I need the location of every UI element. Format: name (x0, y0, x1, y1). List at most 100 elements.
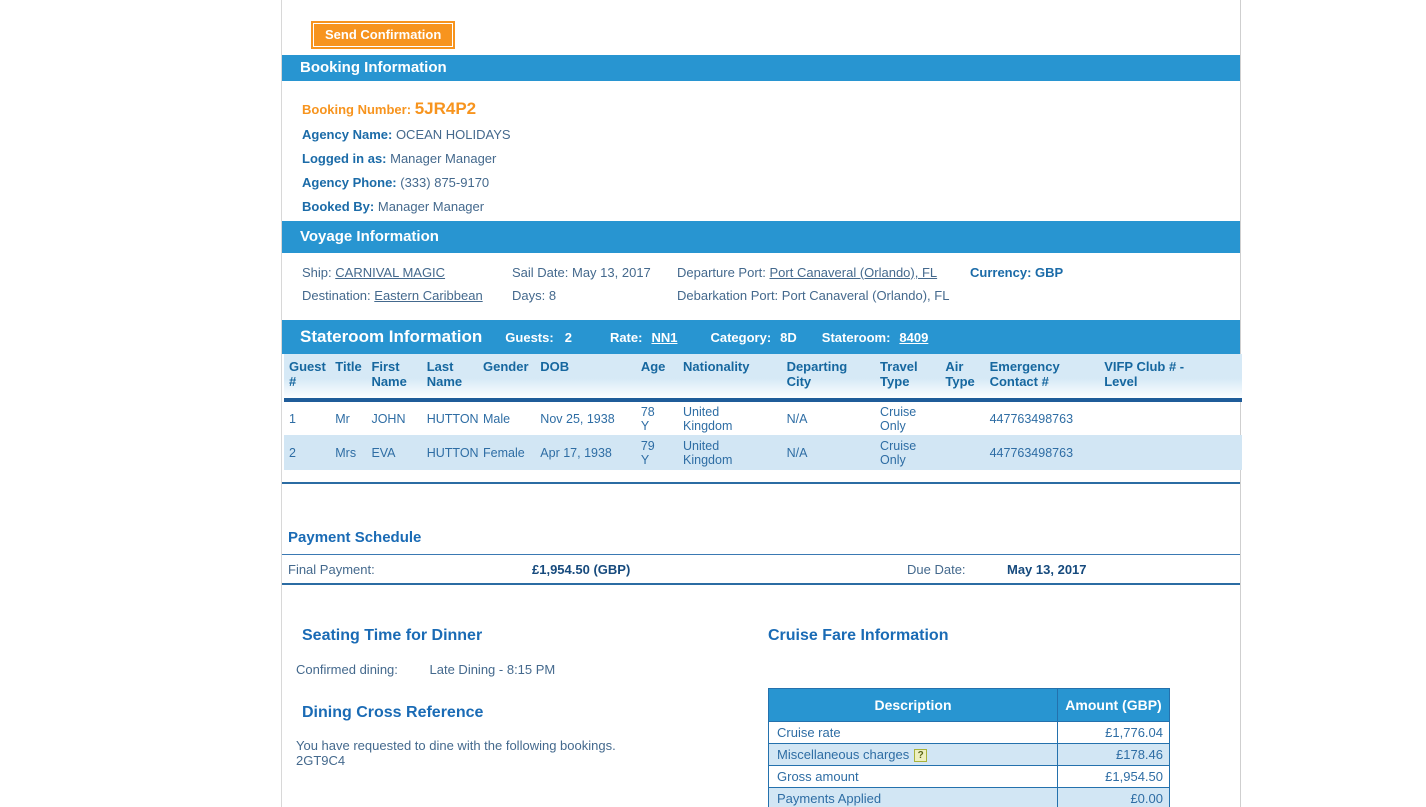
stateroom-section-divider (282, 482, 1240, 484)
cruise-fare-title: Cruise Fare Information (768, 627, 949, 644)
booking-number-line: Booking Number: 5JR4P2 (302, 99, 1240, 118)
guests-label: Guests: (505, 329, 554, 345)
guest-table: Guest # Title First Name Last Name Gende… (284, 354, 1242, 470)
fare-row-gross-amount: Gross amount £1,954.50 (768, 765, 1170, 788)
confirmed-dining-line: Confirmed dining: Late Dining - 8:15 PM (296, 662, 768, 677)
misc-charges-label: Miscellaneous charges (777, 746, 910, 762)
stateroom-information-title: Stateroom Information (300, 327, 483, 346)
col-header-last-name: Last Name (424, 354, 481, 402)
cross-reference-sentence: You have requested to dine with the foll… (296, 738, 616, 753)
agency-name-label: Agency Name: (302, 127, 393, 142)
booking-information-section: Booking Number: 5JR4P2 Agency Name: OCEA… (282, 81, 1240, 221)
ship-link[interactable]: CARNIVAL MAGIC (335, 265, 445, 280)
days-cell: Days: 8 (512, 287, 677, 304)
col-header-nationality: Nationality (681, 354, 785, 402)
send-confirmation-button[interactable]: Send Confirmation (311, 21, 456, 49)
col-header-vifp-club: VIFP Club # - Level (1102, 354, 1242, 402)
guest-first-name: EVA (369, 435, 425, 470)
fare-col-amount: Amount (GBP) (1057, 688, 1170, 722)
rate-link[interactable]: NN1 (651, 330, 677, 345)
agency-phone-label: Agency Phone: (302, 175, 397, 190)
agency-name-value: OCEAN HOLIDAYS (395, 127, 511, 142)
guest-age: 78 Y (640, 404, 655, 433)
category-value: 8D (780, 329, 797, 345)
due-date-value: May 13, 2017 (1007, 561, 1087, 577)
help-icon[interactable]: ? (914, 749, 928, 763)
guest-travel-type: Cruise Only (880, 404, 917, 433)
col-header-first-name: First Name (369, 354, 425, 402)
fare-col-description: Description (768, 688, 1058, 722)
payment-schedule-title: Payment Schedule (288, 529, 422, 546)
voyage-row-1: Ship: CARNIVAL MAGIC Sail Date: May 13, … (302, 264, 1240, 281)
content-container: Send Confirmation Booking Information Bo… (281, 0, 1242, 807)
guest-row-2: 2 Mrs EVA HUTTON Female Apr 17, 1938 79 … (284, 435, 1242, 470)
voyage-empty-cell (970, 287, 1240, 304)
fare-amount: £178.46 (1057, 743, 1170, 766)
confirmed-dining-label: Confirmed dining: (296, 662, 398, 677)
toolbar: Send Confirmation (282, 0, 1240, 55)
destination-link[interactable]: Eastern Caribbean (374, 288, 482, 303)
payment-schedule-row: Final Payment: £1,954.50 (GBP) Due Date:… (282, 554, 1240, 585)
guest-dob: Nov 25, 1938 (540, 411, 615, 426)
cross-reference-booking-number: 2GT9C4 (296, 753, 346, 768)
days-value: 8 (548, 288, 557, 303)
guest-last-name: HUTTON (424, 435, 481, 470)
guests-value: 2 (564, 329, 572, 345)
category-label: Category: (710, 329, 772, 345)
ship-cell: Ship: CARNIVAL MAGIC (302, 264, 512, 281)
guest-air-type (943, 400, 987, 435)
destination-cell: Destination: Eastern Caribbean (302, 287, 512, 304)
guest-title: Mrs (333, 435, 370, 470)
stateroom-link[interactable]: 8409 (899, 330, 928, 345)
guest-age: 79 Y (638, 435, 682, 470)
fare-header-row: Description Amount (GBP) (768, 688, 1170, 722)
fare-row-misc-charges: Miscellaneous charges? £178.46 (768, 743, 1170, 766)
col-header-title: Title (333, 354, 370, 402)
fare-description: Payments Applied (768, 787, 1058, 807)
voyage-row-2: Destination: Eastern Caribbean Days: 8 D… (302, 287, 1240, 304)
guest-first-name: JOHN (371, 411, 406, 426)
agency-phone-line: Agency Phone: (333) 875-9170 (302, 176, 1240, 190)
seating-time-title: Seating Time for Dinner (302, 627, 483, 644)
col-header-age: Age (638, 354, 682, 402)
days-label: Days: (512, 288, 546, 303)
booked-by-line: Booked By: Manager Manager (302, 200, 1240, 214)
guest-last-name: HUTTON (426, 411, 479, 426)
dining-cross-reference-text: You have requested to dine with the foll… (296, 738, 768, 768)
guest-gender: Male (483, 411, 511, 426)
rate-label: Rate: (609, 329, 643, 345)
due-date-label: Due Date: (907, 561, 966, 577)
fare-amount: £1,776.04 (1057, 721, 1170, 744)
booking-number-value: 5JR4P2 (414, 99, 477, 118)
guest-row-1: 1 Mr JOHN HUTTON Male Nov 25, 1938 78 Y … (284, 400, 1242, 435)
currency-value: GBP (1035, 265, 1064, 280)
guest-nationality: United Kingdom (683, 404, 733, 433)
col-header-gender: Gender (481, 354, 539, 402)
voyage-information-title: Voyage Information (300, 228, 439, 245)
fare-amount: £0.00 (1057, 787, 1170, 807)
debarkation-port-value: Port Canaveral (Orlando), FL (781, 288, 950, 303)
ship-label: Ship: (302, 265, 332, 280)
col-header-air-type: Air Type (943, 354, 988, 402)
cruise-fare-table: Description Amount (GBP) Cruise rate £1,… (768, 688, 1170, 807)
guest-number: 1 (289, 411, 296, 426)
sail-date-label: Sail Date: (512, 265, 569, 280)
departure-port-link[interactable]: Port Canaveral (Orlando), FL (770, 265, 938, 280)
guest-emergency-contact: 447763498763 (987, 435, 1103, 470)
logged-in-as-label: Logged in as: (302, 151, 387, 166)
guest-departing-city: N/A (784, 435, 879, 470)
guest-table-header-row: Guest # Title First Name Last Name Gende… (284, 354, 1242, 402)
fare-amount: £1,954.50 (1057, 765, 1170, 788)
guest-title: Mr (335, 411, 350, 426)
agency-name-line: Agency Name: OCEAN HOLIDAYS (302, 128, 1240, 142)
logged-in-as-value: Manager Manager (390, 151, 497, 166)
guest-nationality: United Kingdom (681, 435, 785, 470)
booking-confirmation-page: Send Confirmation Booking Information Bo… (0, 0, 1426, 807)
sail-date-value: May 13, 2017 (572, 265, 651, 280)
logged-in-as-line: Logged in as: Manager Manager (302, 152, 1240, 166)
guest-gender: Female (481, 435, 539, 470)
final-payment-label: Final Payment: (288, 561, 375, 577)
booked-by-value: Manager Manager (377, 199, 485, 214)
currency-label: Currency: (970, 265, 1032, 280)
fare-row-payments-applied: Payments Applied £0.00 (768, 787, 1170, 807)
